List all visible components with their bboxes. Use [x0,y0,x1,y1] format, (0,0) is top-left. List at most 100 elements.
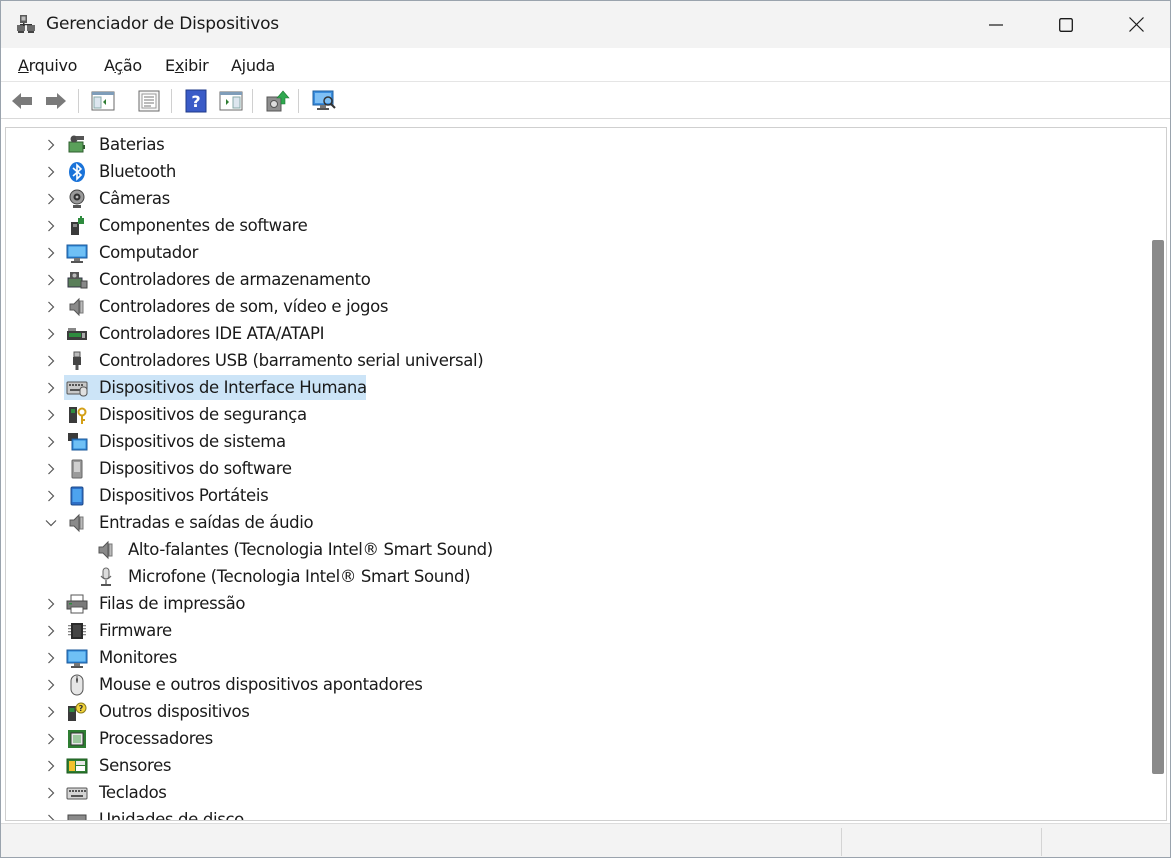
tree-category[interactable]: Controladores de armazenamento [6,266,1146,293]
chevron-right-icon[interactable] [44,381,58,395]
tree-item-label: Computador [99,243,199,262]
menu-arquivo[interactable]: Arquivo [18,56,77,75]
chevron-right-icon[interactable] [44,651,58,665]
disk-drive-icon [67,814,87,820]
speaker-icon [98,540,113,560]
unknown-device-icon: ? [68,702,87,721]
tree-category[interactable]: Bluetooth [6,158,1146,185]
chevron-right-icon[interactable] [44,246,58,260]
tree-device[interactable]: Alto-falantes (Tecnologia Intel® Smart S… [6,536,1146,563]
scrollbar-thumb[interactable] [1152,240,1164,774]
tree-item-label: Dispositivos de Interface Humana [99,378,367,397]
maximize-button[interactable] [1031,1,1101,48]
battery-icon [68,135,85,153]
portable-device-icon [70,486,84,506]
tree-category[interactable]: Monitores [6,644,1146,671]
tree-category[interactable]: Unidades de disco [6,806,1146,821]
printer-icon [66,594,88,614]
chevron-down-icon[interactable] [44,516,58,530]
title-bar[interactable]: Gerenciador de Dispositivos [1,1,1170,48]
chevron-right-icon[interactable] [44,489,58,503]
mouse-icon [70,674,84,696]
chevron-right-icon[interactable] [44,597,58,611]
show-hide-console-tree-icon[interactable] [90,88,116,114]
software-component-icon [71,216,84,235]
tree-category[interactable]: Componentes de software [6,212,1146,239]
chevron-right-icon[interactable] [44,624,58,638]
help-icon[interactable]: ? [183,88,209,114]
menu-ajuda[interactable]: Ajuda [231,56,275,75]
tree-item-label: Filas de impressão [99,594,246,613]
microphone-icon [100,567,112,586]
tree-category[interactable]: Processadores [6,725,1146,752]
chevron-right-icon[interactable] [44,354,58,368]
monitor-icon [66,649,88,668]
tree-device[interactable]: Microfone (Tecnologia Intel® Smart Sound… [6,563,1146,590]
forward-icon[interactable] [43,88,69,114]
action-pane-icon[interactable] [218,88,244,114]
device-manager-window: Gerenciador de Dispositivos Arquivo Ação… [0,0,1171,858]
chevron-right-icon[interactable] [44,192,58,206]
tree-category[interactable]: Dispositivos de segurança [6,401,1146,428]
hid-icon [66,381,88,397]
chevron-right-icon[interactable] [44,813,58,821]
close-button[interactable] [1101,1,1170,48]
tree-item-label: Dispositivos Portáteis [99,486,269,505]
ide-controller-icon [67,328,87,340]
scan-hardware-icon[interactable] [311,88,337,114]
update-driver-icon[interactable] [264,88,290,114]
chevron-right-icon[interactable] [44,408,58,422]
back-icon[interactable] [9,88,35,114]
chevron-right-icon[interactable] [44,300,58,314]
tree-category[interactable]: Dispositivos de Interface Humana [6,374,1146,401]
usb-icon [73,351,81,370]
tree-item-label: Dispositivos de segurança [99,405,307,424]
software-device-icon [71,459,83,479]
tree-category[interactable]: Dispositivos de sistema [6,428,1146,455]
system-device-icon [68,433,88,451]
chevron-right-icon[interactable] [44,462,58,476]
storage-controller-icon [67,272,88,289]
chevron-right-icon[interactable] [44,219,58,233]
minimize-button[interactable] [961,1,1031,48]
chevron-right-icon[interactable] [44,138,58,152]
tree-item-label: Controladores IDE ATA/ATAPI [99,324,325,343]
tree-category[interactable]: Computador [6,239,1146,266]
tree-category[interactable]: Dispositivos do software [6,455,1146,482]
chevron-right-icon[interactable] [44,759,58,773]
menu-exibir[interactable]: Exibir [165,56,209,75]
tree-category[interactable]: Filas de impressão [6,590,1146,617]
chevron-right-icon[interactable] [44,273,58,287]
tree-category[interactable]: ? Outros dispositivos [6,698,1146,725]
tree-category[interactable]: Baterias [6,131,1146,158]
chevron-right-icon[interactable] [44,327,58,341]
tree-category[interactable]: Mouse e outros dispositivos apontadores [6,671,1146,698]
device-tree[interactable]: Baterias Bluetooth Câmeras Componentes de s… [5,127,1167,821]
tree-category[interactable]: Sensores [6,752,1146,779]
properties-icon[interactable] [136,88,162,114]
tree-category[interactable]: Controladores de som, vídeo e jogos [6,293,1146,320]
tree-item-label: Bluetooth [99,162,176,181]
tree-category[interactable]: Teclados [6,779,1146,806]
tree-item-label: Baterias [99,135,165,154]
camera-icon [69,189,85,208]
menu-acao[interactable]: Ação [104,56,142,75]
vertical-scrollbar[interactable] [1148,128,1166,820]
chevron-right-icon[interactable] [44,786,58,800]
tree-category[interactable]: Entradas e saídas de áudio [6,509,1146,536]
tree-category[interactable]: Controladores IDE ATA/ATAPI [6,320,1146,347]
tree-item-label: Controladores de armazenamento [99,270,371,289]
status-bar [1,823,1170,857]
tree-category[interactable]: Câmeras [6,185,1146,212]
toolbar-separator [171,89,172,113]
tree-item-label: Alto-falantes (Tecnologia Intel® Smart S… [128,540,493,559]
chevron-right-icon[interactable] [44,165,58,179]
chevron-right-icon[interactable] [44,732,58,746]
tree-category[interactable]: Dispositivos Portáteis [6,482,1146,509]
chevron-right-icon[interactable] [44,435,58,449]
chevron-right-icon[interactable] [44,705,58,719]
tree-category[interactable]: Firmware [6,617,1146,644]
tree-item-label: Unidades de disco [99,810,244,821]
chevron-right-icon[interactable] [44,678,58,692]
tree-category[interactable]: Controladores USB (barramento serial uni… [6,347,1146,374]
